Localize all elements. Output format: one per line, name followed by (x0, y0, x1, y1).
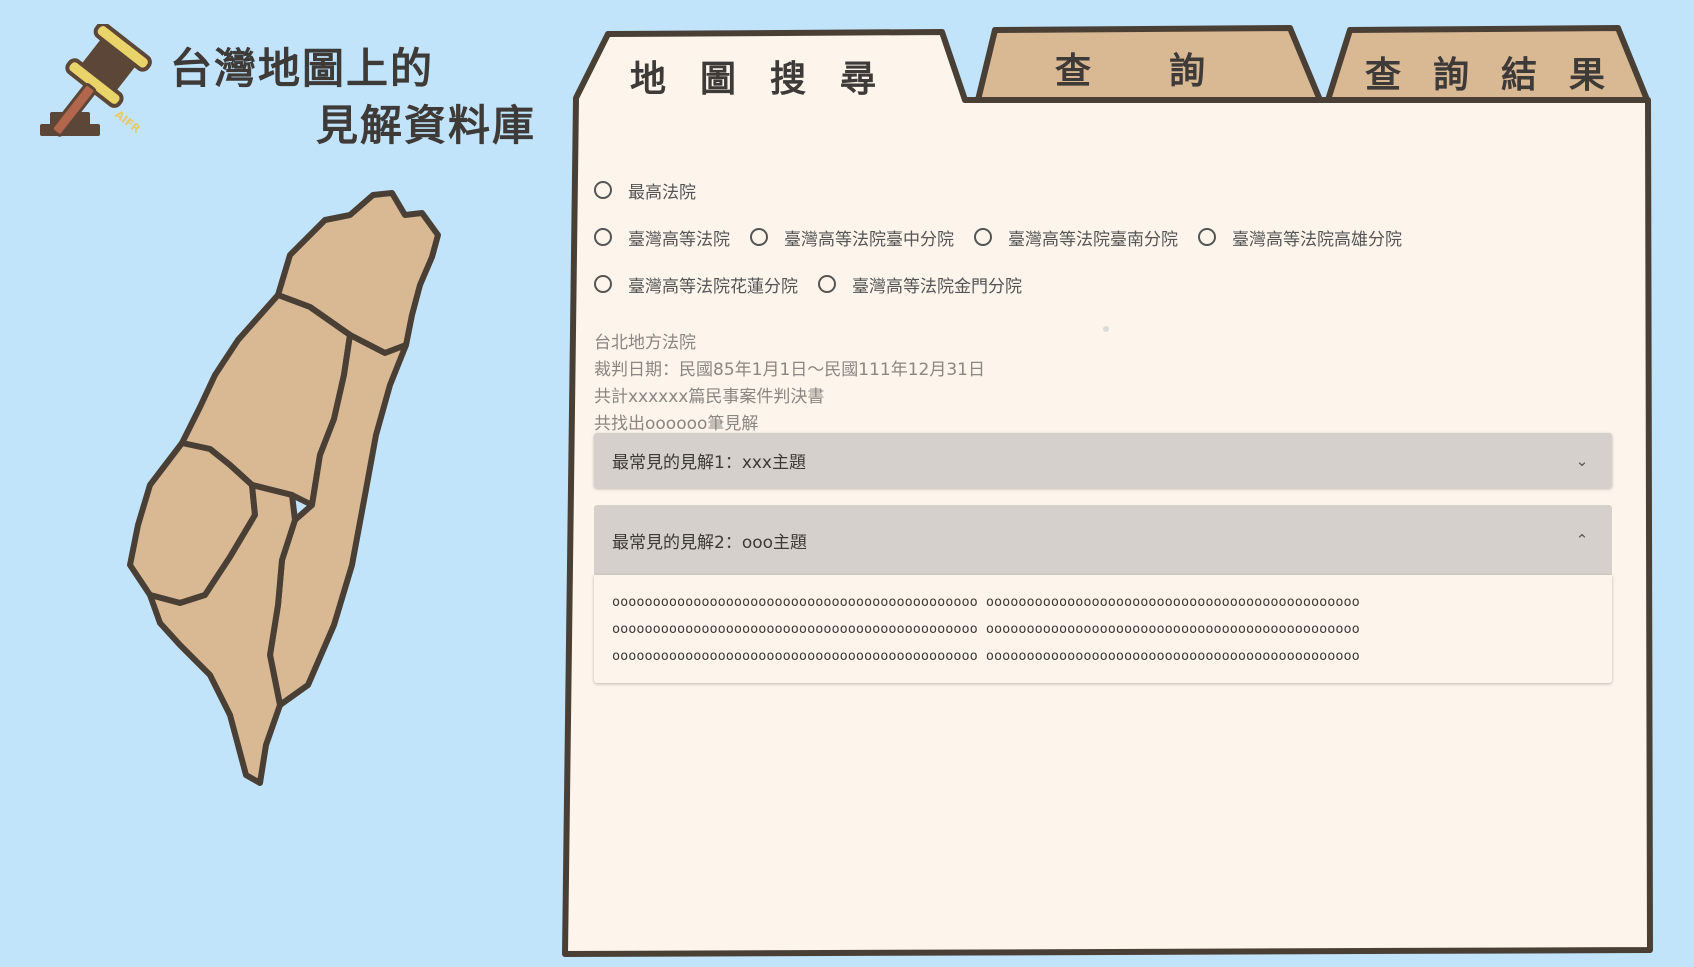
radio-button-icon[interactable] (594, 228, 612, 246)
found-opinions-text: 共找出oooooo筆見解 (594, 414, 759, 434)
gavel-logo-icon: AIFR (40, 24, 152, 137)
court-radio-row-1: 最高法院 (594, 177, 716, 203)
radio-label: 臺灣高等法院高雄分院 (1232, 229, 1402, 250)
radio-button-icon[interactable] (974, 228, 992, 246)
radio-label: 臺灣高等法院花蓮分院 (628, 276, 798, 297)
radio-button-icon[interactable] (594, 181, 612, 199)
chevron-down-icon[interactable]: ⌄ (1570, 452, 1594, 470)
radio-label: 臺灣高等法院臺中分院 (784, 229, 954, 250)
app-title-line2: 見解資料庫 (316, 101, 537, 150)
accordion-opinion-2[interactable]: 最常見的見解2：ooo主題 ⌃ (594, 505, 1612, 575)
loading-dot (1103, 326, 1109, 332)
radio-high-court-tainan[interactable]: 臺灣高等法院臺南分院 (974, 225, 1178, 250)
taiwan-map (127, 190, 441, 786)
tab-query[interactable]: 查詢 (1055, 42, 1283, 94)
radio-label: 臺灣高等法院 (628, 229, 730, 250)
radio-high-court-hualien[interactable]: 臺灣高等法院花蓮分院 (594, 272, 798, 297)
accordion-opinion-1[interactable]: 最常見的見解1：xxx主題 ⌄ (594, 433, 1612, 488)
radio-supreme-court[interactable]: 最高法院 (594, 178, 696, 203)
radio-button-icon[interactable] (818, 275, 836, 293)
radio-button-icon[interactable] (594, 275, 612, 293)
radio-label: 臺灣高等法院臺南分院 (1008, 229, 1178, 250)
tab-query-results[interactable]: 查詢結果 (1365, 46, 1637, 98)
accordion-title: 最常見的見解2：ooo主題 (612, 532, 808, 553)
chevron-up-icon[interactable]: ⌃ (1570, 531, 1594, 549)
accordion-title: 最常見的見解1：xxx主題 (612, 453, 806, 473)
opinion-text-line: oooooooooooooooooooooooooooooooooooooooo… (612, 594, 1360, 610)
total-cases-text: 共計xxxxxx篇民事案件判決書 (594, 387, 825, 407)
opinion-text-line: oooooooooooooooooooooooooooooooooooooooo… (612, 621, 1360, 637)
court-radio-row-2: 臺灣高等法院 臺灣高等法院臺中分院 臺灣高等法院臺南分院 臺灣高等法院高雄分院 (594, 224, 1422, 250)
radio-high-court-taichung[interactable]: 臺灣高等法院臺中分院 (750, 225, 954, 250)
radio-high-court[interactable]: 臺灣高等法院 (594, 225, 730, 250)
accordion-opinion-2-body: oooooooooooooooooooooooooooooooooooooooo… (594, 575, 1612, 683)
radio-high-court-kinmen[interactable]: 臺灣高等法院金門分院 (818, 272, 1022, 297)
selected-court-name: 台北地方法院 (594, 333, 696, 353)
radio-button-icon[interactable] (750, 228, 768, 246)
tab-map-search[interactable]: 地圖搜尋 (630, 50, 910, 102)
radio-label: 臺灣高等法院金門分院 (852, 276, 1022, 297)
radio-button-icon[interactable] (1198, 228, 1216, 246)
opinion-text-line: oooooooooooooooooooooooooooooooooooooooo… (612, 648, 1360, 664)
radio-label: 最高法院 (628, 182, 696, 203)
svg-text:AIFR: AIFR (112, 108, 143, 136)
court-radio-row-3: 臺灣高等法院花蓮分院 臺灣高等法院金門分院 (594, 271, 1042, 297)
app-title-line1: 台灣地圖上的 (170, 44, 435, 93)
radio-high-court-kaohsiung[interactable]: 臺灣高等法院高雄分院 (1198, 225, 1402, 250)
date-range-text: 裁判日期：民國85年1月1日～民國111年12月31日 (594, 360, 985, 380)
